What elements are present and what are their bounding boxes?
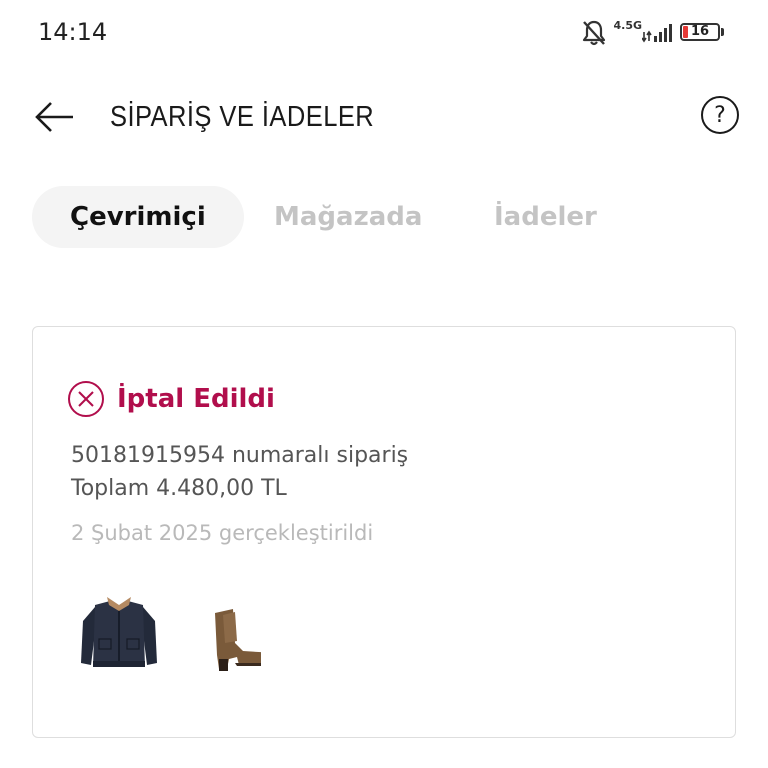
status-icons: 4.5G 16	[581, 17, 724, 49]
signal-strength-icon	[642, 22, 672, 44]
network-type-label: 4.5G	[613, 18, 642, 32]
question-mark-icon: ?	[714, 102, 726, 128]
status-bar: 14:14 4.5G 16	[0, 0, 768, 66]
order-number: 50181915954 numaralı sipariş	[71, 443, 409, 468]
order-status-label: İptal Edildi	[117, 384, 275, 414]
app-header: SİPARİŞ VE İADELER ?	[0, 86, 768, 148]
arrow-left-icon	[35, 102, 73, 132]
bell-muted-icon	[581, 19, 607, 47]
tab-in-store[interactable]: Mağazada	[274, 186, 422, 248]
status-time: 14:14	[38, 18, 108, 46]
order-card[interactable]: İptal Edildi 50181915954 numaralı sipari…	[32, 326, 736, 738]
denim-jacket-image	[81, 597, 157, 667]
product-thumbnail[interactable]	[177, 593, 277, 687]
help-button[interactable]: ?	[701, 96, 739, 134]
page-title: SİPARİŞ VE İADELER	[110, 101, 375, 133]
tab-online[interactable]: Çevrimiçi	[32, 186, 244, 248]
product-thumbnail[interactable]	[77, 593, 161, 687]
cancelled-x-circle-icon	[68, 381, 104, 417]
tab-returns[interactable]: İadeler	[494, 186, 597, 248]
brown-ankle-boot-image	[215, 609, 277, 671]
order-status: İptal Edildi	[67, 379, 275, 419]
battery-level: 16	[691, 24, 710, 39]
battery-icon: 16	[680, 23, 724, 43]
back-button[interactable]	[32, 98, 78, 136]
order-total: Toplam 4.480,00 TL	[71, 476, 287, 501]
order-date: 2 Şubat 2025 gerçekleştirildi	[71, 521, 374, 545]
